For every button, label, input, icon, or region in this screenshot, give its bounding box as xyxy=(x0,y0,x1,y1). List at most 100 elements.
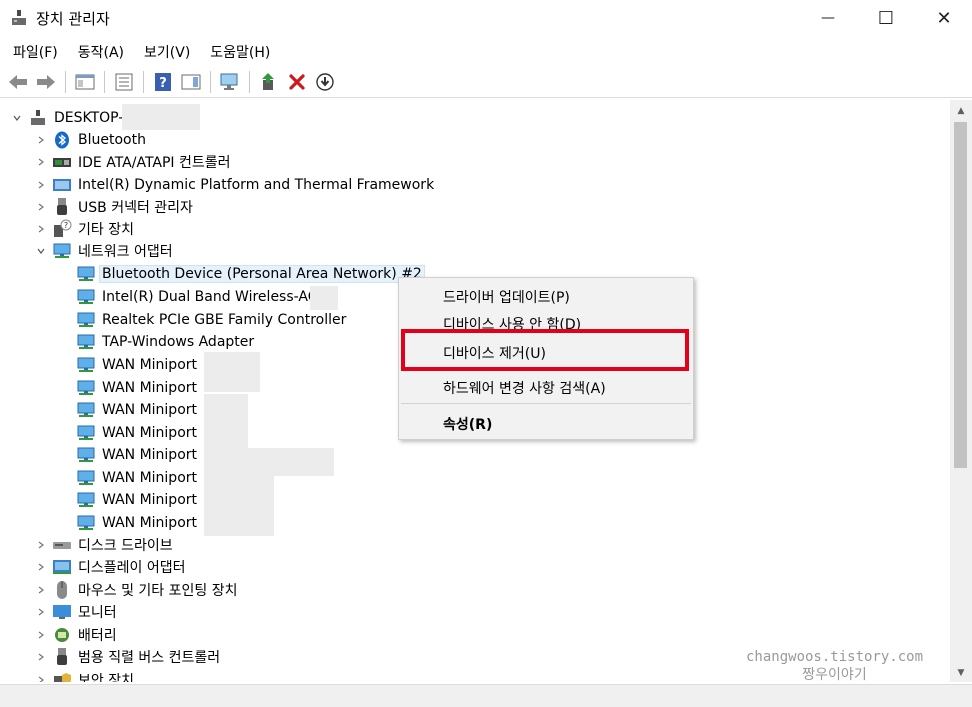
list-view-icon xyxy=(115,73,133,90)
tree-category-security-devices[interactable]: 보안 장치 xyxy=(34,669,134,682)
chevron-right-icon[interactable] xyxy=(34,155,48,169)
tree-category-label: 마우스 및 기타 포인팅 장치 xyxy=(78,583,238,599)
chevron-down-icon[interactable] xyxy=(10,111,24,125)
watermark-url: changwoos.tistory.com xyxy=(746,649,924,665)
action-pane-button[interactable] xyxy=(179,70,203,94)
chevron-right-icon[interactable] xyxy=(34,650,48,664)
chevron-right-icon[interactable] xyxy=(34,200,48,214)
tree-device-bluetooth-pan[interactable]: Bluetooth Device (Personal Area Network)… xyxy=(76,263,425,285)
help-button[interactable]: ? xyxy=(151,70,175,94)
tree-device-wan-miniport[interactable]: WAN Miniport xyxy=(76,467,197,489)
redacted-area xyxy=(310,286,338,310)
network-adapter-icon xyxy=(76,287,96,307)
chevron-right-icon[interactable] xyxy=(34,222,48,236)
tree-category-disk-drives[interactable]: 디스크 드라이브 xyxy=(34,534,173,556)
chevron-right-icon[interactable] xyxy=(34,538,48,552)
back-arrow-icon xyxy=(9,74,27,89)
tree-device-wan-miniport[interactable]: WAN Miniport xyxy=(76,512,197,534)
properties-window-button[interactable] xyxy=(73,70,97,94)
tree-device-wan-miniport[interactable]: WAN Miniport xyxy=(76,489,197,511)
maximize-button[interactable]: ☐ xyxy=(858,0,914,36)
tree-device-wan-miniport[interactable]: WAN Miniport xyxy=(76,354,197,376)
computer-icon xyxy=(28,108,48,128)
menu-action[interactable]: 동작(A) xyxy=(71,42,131,62)
window-title: 장치 관리자 xyxy=(36,10,110,28)
chevron-right-icon[interactable] xyxy=(34,583,48,597)
scan-hardware-button[interactable] xyxy=(218,70,242,94)
properties-window-icon xyxy=(75,74,95,89)
tree-category-intel-dptf[interactable]: Intel(R) Dynamic Platform and Thermal Fr… xyxy=(34,174,434,196)
tree-root[interactable]: DESKTOP- xyxy=(10,107,123,129)
uninstall-device-button[interactable] xyxy=(285,70,309,94)
tree-device-wan-miniport[interactable]: WAN Miniport xyxy=(76,377,197,399)
list-view-button[interactable] xyxy=(112,70,136,94)
chevron-right-icon[interactable] xyxy=(34,673,48,682)
tree-category-usb-connector[interactable]: USB 커넥터 관리자 xyxy=(34,196,193,218)
svg-text:?: ? xyxy=(159,76,167,91)
help-icon: ? xyxy=(155,72,171,91)
back-button[interactable] xyxy=(6,70,30,94)
tree-category-usb-controllers[interactable]: 범용 직렬 버스 컨트롤러 xyxy=(34,646,220,668)
toolbar-separator xyxy=(249,70,250,93)
scrollbar-thumb[interactable] xyxy=(954,122,967,468)
unknown-device-icon: ? xyxy=(52,219,72,239)
chevron-right-icon[interactable] xyxy=(34,178,48,192)
chevron-right-icon[interactable] xyxy=(34,605,48,619)
svg-text:?: ? xyxy=(64,221,68,230)
chevron-right-icon[interactable] xyxy=(34,133,48,147)
chevron-down-icon[interactable] xyxy=(34,244,48,258)
chevron-right-icon[interactable] xyxy=(34,560,48,574)
tree-device-wan-miniport[interactable]: WAN Miniport xyxy=(76,422,197,444)
ctx-update-driver[interactable]: 드라이버 업데이트(P) xyxy=(443,287,570,307)
close-button[interactable]: ✕ xyxy=(916,0,972,36)
network-adapter-icon xyxy=(76,423,96,443)
tree-category-label: 디스플레이 어댑터 xyxy=(78,560,186,576)
tree-device-realtek[interactable]: Realtek PCIe GBE Family Controller xyxy=(76,309,346,331)
tree-category-bluetooth[interactable]: Bluetooth xyxy=(34,129,146,151)
watermark-blog-name: 짱우이야기 xyxy=(802,667,867,683)
tree-category-label: 모니터 xyxy=(78,605,117,621)
security-device-icon xyxy=(52,670,72,682)
network-adapter-icon xyxy=(76,468,96,488)
tree-category-batteries[interactable]: 배터리 xyxy=(34,624,117,646)
menu-view[interactable]: 보기(V) xyxy=(137,42,197,62)
redacted-area xyxy=(122,104,200,130)
minimize-button[interactable]: — xyxy=(800,0,856,36)
tree-device-label: WAN Miniport xyxy=(102,357,198,373)
tree-category-label: IDE ATA/ATAPI 컨트롤러 xyxy=(78,155,231,171)
tree-device-label: WAN Miniport xyxy=(102,470,198,486)
menu-file[interactable]: 파일(F) xyxy=(6,42,65,62)
tree-category-mice[interactable]: 마우스 및 기타 포인팅 장치 xyxy=(34,579,237,601)
ctx-properties[interactable]: 속성(R) xyxy=(443,414,492,434)
tree-category-display-adapters[interactable]: 디스플레이 어댑터 xyxy=(34,556,186,578)
action-pane-icon xyxy=(181,74,201,89)
tree-device-label: WAN Miniport xyxy=(102,447,198,463)
network-adapter-icon xyxy=(76,310,96,330)
tree-category-other-devices[interactable]: ? 기타 장치 xyxy=(34,218,134,240)
tree-category-network-adapters[interactable]: 네트워크 어댑터 xyxy=(34,240,173,262)
update-driver-button[interactable] xyxy=(257,70,281,94)
vertical-scrollbar[interactable]: ▲ ▼ xyxy=(950,100,972,682)
scroll-down-arrow-icon[interactable]: ▼ xyxy=(950,664,972,682)
tree-device-intel-wireless[interactable]: Intel(R) Dual Band Wireless-AC xyxy=(76,286,318,308)
tree-device-wan-miniport[interactable]: WAN Miniport xyxy=(76,399,197,421)
battery-icon xyxy=(52,625,72,645)
toolbar-separator xyxy=(143,70,144,93)
tree-category-monitors[interactable]: 모니터 xyxy=(34,601,117,623)
tree-device-wan-miniport[interactable]: WAN Miniport xyxy=(76,444,197,466)
tree-device-label: WAN Miniport xyxy=(102,492,198,508)
ctx-scan-hardware[interactable]: 하드웨어 변경 사항 검색(A) xyxy=(443,378,606,398)
redacted-area xyxy=(204,352,260,392)
forward-button[interactable] xyxy=(34,70,58,94)
disk-drive-icon xyxy=(52,535,72,555)
redacted-area xyxy=(204,476,274,536)
network-adapter-icon xyxy=(76,332,96,352)
tree-category-ide[interactable]: IDE ATA/ATAPI 컨트롤러 xyxy=(34,151,231,173)
menu-help[interactable]: 도움말(H) xyxy=(203,42,277,62)
tree-category-label: Bluetooth xyxy=(78,132,146,148)
tree-device-label: WAN Miniport xyxy=(102,425,198,441)
scroll-up-arrow-icon[interactable]: ▲ xyxy=(950,102,972,120)
download-button[interactable] xyxy=(313,70,337,94)
chevron-right-icon[interactable] xyxy=(34,628,48,642)
tree-device-tap[interactable]: TAP-Windows Adapter xyxy=(76,331,254,353)
